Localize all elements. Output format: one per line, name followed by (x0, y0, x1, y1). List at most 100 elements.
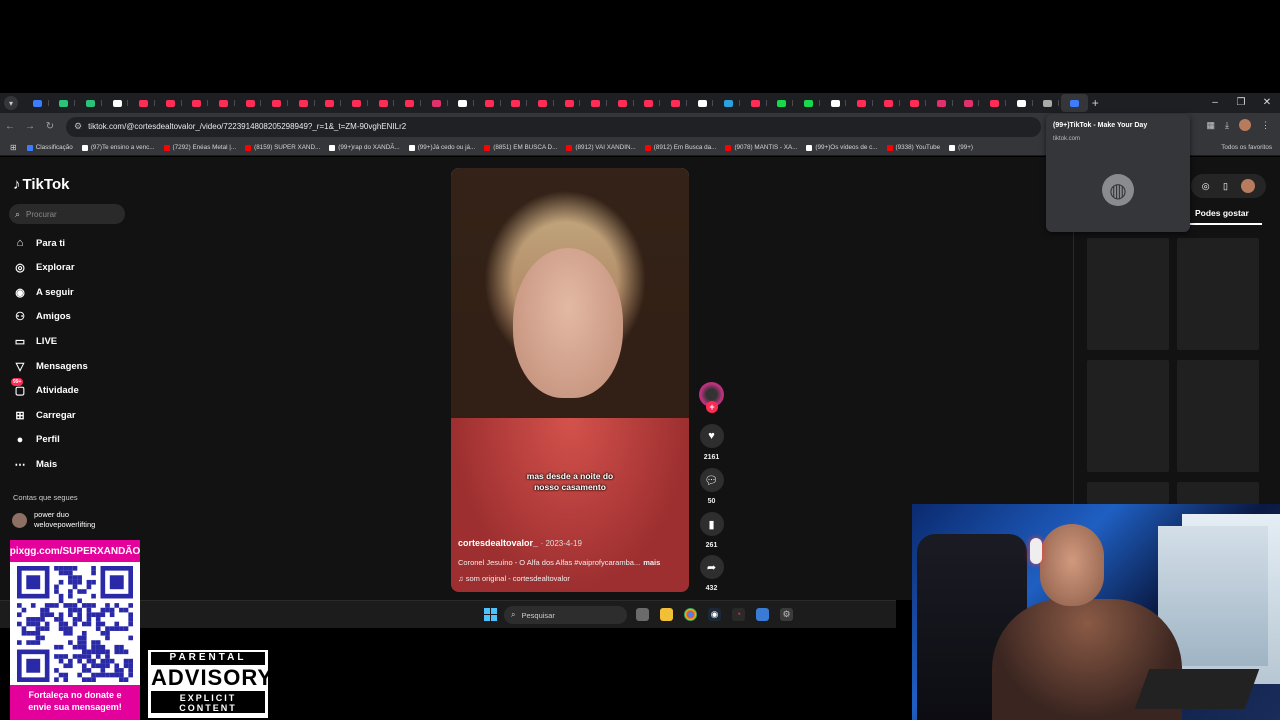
new-tab-button[interactable]: + (1092, 96, 1099, 110)
close-window-button[interactable]: ✕ (1254, 93, 1280, 113)
sidebar-item-following[interactable]: ◉ A seguir (13, 285, 73, 299)
bookmark-item[interactable]: (99+)Já cedo ou já... (408, 144, 475, 151)
menu-icon[interactable]: ⋮ (1261, 120, 1270, 131)
settings-icon[interactable]: ⚙ (780, 608, 793, 621)
sidebar-item-activity[interactable]: ▢ 99+ Atividade (11, 377, 79, 398)
bookmark-item[interactable]: (9078) MANTIS - XA... (725, 144, 797, 151)
browser-tab[interactable] (636, 94, 663, 112)
bookmark-item[interactable]: (99+)rap do XANDÃ... (329, 144, 400, 151)
bookmark-icon[interactable]: ▮ (699, 512, 724, 536)
bookmark-item[interactable]: Classificação (26, 144, 73, 151)
suggested-thumbnail[interactable] (1177, 482, 1259, 504)
device-icon[interactable]: ▯ (1223, 181, 1228, 192)
reload-button[interactable]: ↻ (40, 121, 60, 132)
suggested-thumbnail[interactable] (1087, 482, 1169, 504)
browser-tab[interactable] (104, 94, 131, 112)
comment-icon[interactable]: 💬︎ (699, 468, 724, 492)
browser-tab[interactable] (769, 94, 796, 112)
back-button[interactable]: ← (0, 121, 20, 132)
maximize-button[interactable]: ❐ (1228, 93, 1254, 113)
video-username[interactable]: cortesdealtovalor_ (458, 538, 538, 548)
browser-tab[interactable] (902, 94, 929, 112)
extensions-icon[interactable]: ▦ (1207, 120, 1216, 131)
task-view-icon[interactable] (636, 608, 649, 621)
browser-tab[interactable] (875, 94, 902, 112)
bookmark-item[interactable]: (8912) Em Busca da... (644, 144, 716, 151)
browser-tab[interactable] (1035, 94, 1062, 112)
sidebar-item-compass[interactable]: ◎ Explorar (13, 261, 74, 275)
user-avatar[interactable] (1241, 179, 1256, 193)
app-icon[interactable]: ◔ (732, 608, 745, 621)
video-author[interactable]: cortesdealtovalor_ · 2023-4-19 (458, 538, 582, 548)
sidebar-item-home[interactable]: ⌂ Para ti (13, 236, 65, 250)
share-action[interactable]: ➦ 432 (699, 555, 724, 592)
browser-tab[interactable] (290, 94, 317, 112)
browser-tab[interactable] (77, 94, 104, 112)
like-action[interactable]: ♥ 2161 (699, 424, 724, 461)
sidebar-item-profile[interactable]: ● Perfil (13, 433, 60, 447)
minimize-button[interactable]: – (1202, 93, 1228, 113)
bookmark-item[interactable]: (97)Te ensino a venc... (81, 144, 155, 151)
tab-search-button[interactable]: ▾ (4, 96, 18, 110)
browser-tab[interactable] (503, 94, 530, 112)
tiktok-logo[interactable]: ♪ TikTok (13, 176, 69, 193)
suggested-thumbnail[interactable] (1087, 238, 1169, 350)
suggested-thumbnail[interactable] (1177, 360, 1259, 472)
profile-avatar[interactable] (1239, 119, 1251, 131)
browser-tab[interactable] (1061, 94, 1088, 112)
file-explorer-icon[interactable] (660, 608, 673, 621)
suggested-thumbnail[interactable] (1087, 360, 1169, 472)
bookmark-item[interactable]: (99+)Os vídeos de c... (806, 144, 878, 151)
browser-tab[interactable] (955, 94, 982, 112)
browser-tab[interactable] (396, 94, 423, 112)
browser-tab[interactable] (556, 94, 583, 112)
tab-podes-gostar[interactable]: Podes gostar (1195, 208, 1249, 218)
bookmark-item[interactable]: (99+) (949, 144, 973, 151)
browser-tab[interactable] (237, 94, 264, 112)
sidebar-item-friends[interactable]: ⚇ Amigos (13, 310, 71, 324)
chrome-icon[interactable] (684, 608, 697, 621)
browser-tab[interactable] (450, 94, 477, 112)
steam-icon[interactable]: ◉ (708, 608, 721, 621)
sidebar-item-more[interactable]: ⋯ Mais (13, 457, 58, 471)
browser-tab[interactable] (317, 94, 344, 112)
bookmark-item[interactable]: (7292) Enéas Metal |... (163, 144, 236, 151)
download-icon[interactable]: ⤓ (1225, 120, 1229, 131)
browser-tab[interactable] (130, 94, 157, 112)
follow-plus-icon[interactable]: + (706, 401, 718, 413)
taskbar-search[interactable]: ⌕ Pesquisar (504, 606, 627, 624)
browser-tab[interactable] (928, 94, 955, 112)
browser-tab[interactable] (689, 94, 716, 112)
search-input[interactable]: ⌕ Procurar (9, 204, 125, 224)
browser-tab[interactable] (742, 94, 769, 112)
sidebar-item-upload[interactable]: ⊞ Carregar (13, 408, 75, 422)
browser-tab[interactable] (343, 94, 370, 112)
photos-icon[interactable] (756, 608, 769, 621)
browser-tab[interactable] (423, 94, 450, 112)
browser-tab[interactable] (715, 94, 742, 112)
sidebar-item-messages[interactable]: ▽ Mensagens (13, 359, 88, 373)
bookmark-item[interactable]: (8912) VAI XANDIN... (566, 144, 636, 151)
browser-tab[interactable] (848, 94, 875, 112)
browser-tab[interactable] (157, 94, 184, 112)
heart-icon[interactable]: ♥ (699, 424, 724, 448)
browser-tab[interactable] (529, 94, 556, 112)
browser-tab[interactable] (263, 94, 290, 112)
video-sound[interactable]: ♫ som original - cortesdealtovalor (458, 574, 570, 583)
browser-tab[interactable] (370, 94, 397, 112)
following-account[interactable]: power duo welovepowerlifting (12, 510, 95, 530)
browser-tab[interactable] (795, 94, 822, 112)
share-icon[interactable]: ➦ (699, 555, 724, 579)
windows-start-icon[interactable] (484, 608, 497, 621)
video-player[interactable]: mas desde a noite do nosso casamento cor… (451, 168, 689, 592)
browser-tab[interactable] (184, 94, 211, 112)
browser-tab[interactable] (582, 94, 609, 112)
browser-tab[interactable] (822, 94, 849, 112)
browser-tab[interactable] (662, 94, 689, 112)
apps-icon[interactable]: ⊞ (10, 143, 17, 152)
sidebar-item-live[interactable]: ▭ LIVE (13, 334, 57, 348)
browser-tab[interactable] (476, 94, 503, 112)
suggested-thumbnail[interactable] (1177, 238, 1259, 350)
save-action[interactable]: ▮ 261 (699, 512, 724, 549)
browser-tab[interactable] (1008, 94, 1035, 112)
